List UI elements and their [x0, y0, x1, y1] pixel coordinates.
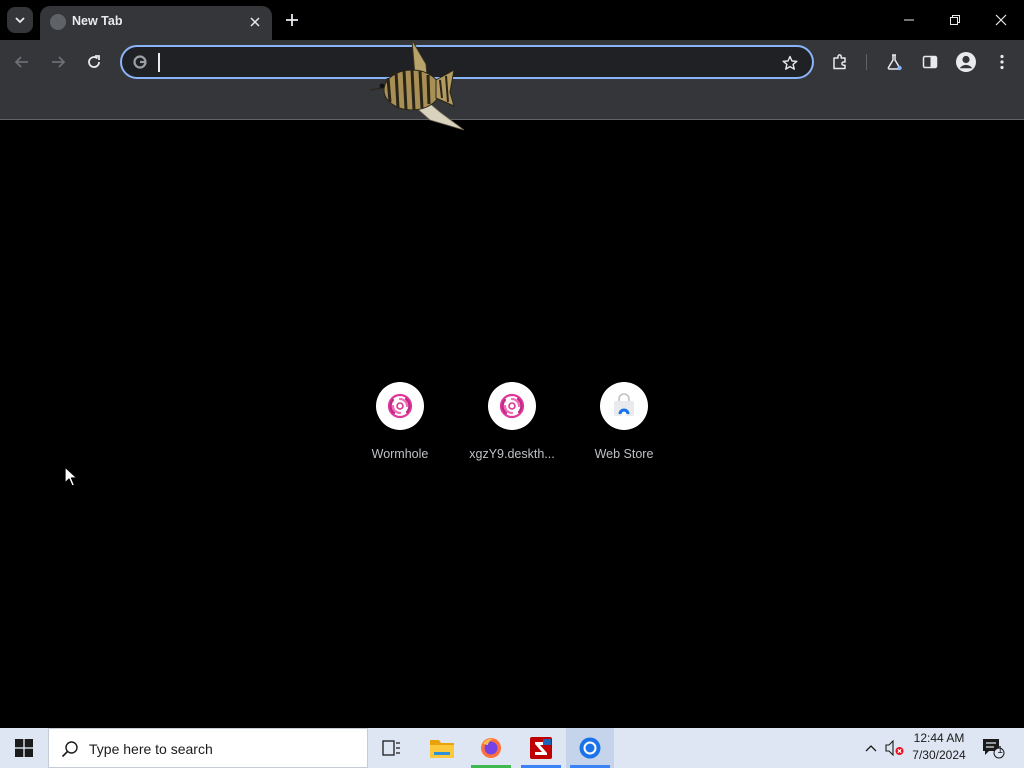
task-view-button[interactable]: [368, 728, 416, 768]
side-panel-icon: [922, 55, 938, 69]
plus-icon: [286, 14, 298, 26]
bookmark-star-icon[interactable]: [780, 53, 800, 73]
filezilla-icon: [530, 737, 552, 759]
labs-button[interactable]: [881, 49, 907, 75]
taskbar: Type here to search 12:44 AM 7/30/2024 1: [0, 728, 1024, 768]
tab-search-button[interactable]: [7, 7, 33, 33]
windows-logo-icon: [15, 739, 33, 757]
shortcut-label: Web Store: [594, 447, 654, 461]
search-icon: [61, 741, 78, 758]
reload-icon: [88, 55, 100, 68]
bookmark-bar: [0, 84, 1024, 120]
wormhole-icon: [499, 393, 525, 419]
shortcut-tile[interactable]: Wormhole: [344, 382, 456, 482]
google-g-icon: [133, 55, 147, 69]
restore-icon: [950, 15, 960, 25]
new-tab-page: Wormhole xgzY9.deskth... Web Store: [0, 121, 1024, 728]
text-caret: [158, 53, 160, 72]
shortcut-label: Wormhole: [371, 447, 429, 461]
shortcut-tile[interactable]: Web Store: [568, 382, 680, 482]
tab-title: New Tab: [72, 14, 123, 28]
firefox-button[interactable]: [467, 728, 515, 768]
mouse-cursor: [64, 466, 78, 487]
shortcut-label: xgzY9.deskth...: [469, 447, 555, 461]
menu-button[interactable]: [989, 49, 1015, 75]
firefox-icon: [481, 738, 501, 758]
shortcut-icon-circle: [376, 382, 424, 430]
chevron-up-icon: [865, 745, 877, 752]
forward-icon: [52, 56, 66, 68]
tab-new-tab[interactable]: New Tab: [40, 6, 272, 40]
clock-time: 12:44 AM: [913, 731, 965, 745]
file-explorer-button[interactable]: [418, 728, 466, 768]
extensions-icon: [833, 54, 846, 70]
close-tab-icon[interactable]: [246, 13, 264, 31]
forward-button[interactable]: [45, 49, 71, 75]
tab-strip: New Tab: [0, 0, 1024, 40]
angelfish-image: [369, 40, 465, 131]
extensions-button[interactable]: [827, 49, 853, 75]
browser-window: New Tab Wormhole xgzY9.deskth... Web Sto…: [0, 0, 1024, 728]
task-view-icon: [382, 740, 400, 756]
show-hidden-icons-button[interactable]: [860, 728, 882, 768]
toolbar-divider: [866, 54, 867, 70]
toolbar: [0, 40, 1024, 84]
filezilla-button[interactable]: [517, 728, 565, 768]
close-icon: [995, 14, 1007, 26]
restore-button[interactable]: [932, 0, 978, 40]
wormhole-icon: [387, 393, 413, 419]
taskbar-search-box[interactable]: Type here to search: [48, 728, 368, 768]
web-store-icon: [614, 393, 634, 417]
new-tab-button[interactable]: [280, 8, 304, 32]
side-panel-button[interactable]: [917, 49, 943, 75]
volume-muted-icon: [885, 740, 904, 756]
menu-icon: [1000, 54, 1004, 70]
minimize-icon: [904, 19, 914, 21]
volume-button[interactable]: [884, 728, 906, 768]
chrome-button[interactable]: [566, 728, 614, 768]
notification-count: 1: [997, 745, 1003, 756]
minimize-button[interactable]: [886, 0, 932, 40]
shortcut-icon-circle: [488, 382, 536, 430]
profile-button[interactable]: [953, 49, 979, 75]
start-button[interactable]: [0, 728, 48, 768]
search-placeholder: Type here to search: [89, 741, 213, 757]
shortcut-tile[interactable]: xgzY9.deskth...: [456, 382, 568, 482]
notifications-button[interactable]: 1: [978, 728, 1008, 768]
labs-icon: [887, 54, 902, 71]
profile-icon: [956, 52, 976, 72]
close-window-button[interactable]: [978, 0, 1024, 40]
system-clock[interactable]: 12:44 AM 7/30/2024: [906, 730, 972, 766]
back-icon: [14, 56, 28, 68]
reload-button[interactable]: [81, 49, 107, 75]
chrome-icon: [579, 737, 601, 759]
chevron-down-icon: [15, 17, 25, 24]
back-button[interactable]: [9, 49, 35, 75]
shortcut-icon-circle: [600, 382, 648, 430]
file-explorer-icon: [430, 740, 454, 758]
globe-icon: [50, 14, 66, 30]
clock-date: 7/30/2024: [912, 748, 966, 762]
